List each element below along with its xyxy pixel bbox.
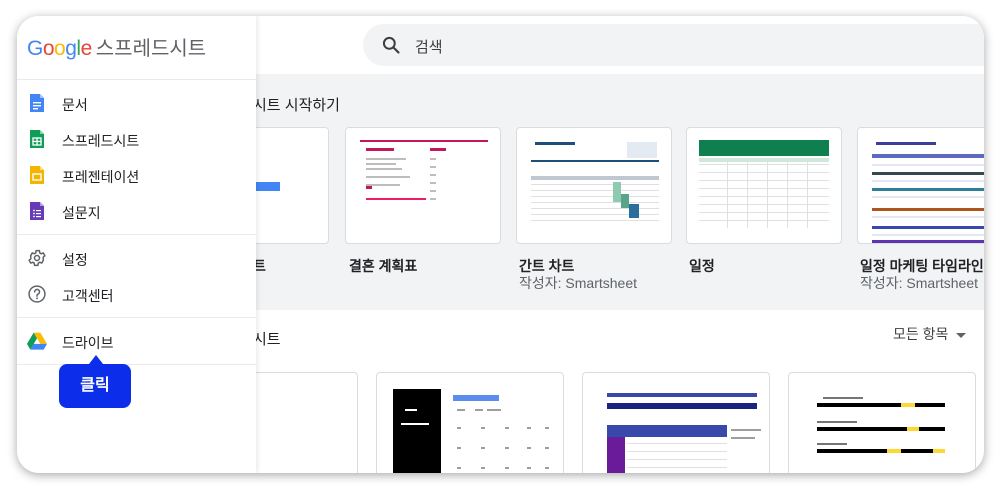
owner-filter-dropdown[interactable]: 모든 항목 (893, 324, 967, 344)
recent-section-title: 시트 (253, 331, 281, 348)
nav-item-label: 설문지 (62, 205, 101, 221)
template-card-gantt[interactable] (516, 127, 672, 244)
template-card-marketing-timeline[interactable] (857, 127, 984, 244)
nav-item-forms[interactable]: 설문지 (17, 193, 256, 229)
recent-file-card[interactable] (582, 372, 770, 473)
search-bar[interactable]: 검색 (363, 24, 984, 66)
help-icon (28, 285, 46, 303)
nav-item-label: 스프레드시트 (62, 133, 140, 149)
drive-icon (27, 332, 47, 350)
nav-item-help[interactable]: 고객센터 (17, 276, 256, 312)
file-thumbnail (607, 393, 761, 473)
template-name[interactable]: 일정 (689, 256, 715, 276)
nav-item-settings[interactable]: 설정 (17, 240, 256, 276)
click-callout: 클릭 (59, 355, 131, 408)
template-author: 작성자: Smartsheet (519, 275, 638, 291)
file-thumbnail (817, 397, 945, 453)
nav-item-drive[interactable]: 드라이브 (17, 323, 256, 359)
app-brand[interactable]: Google 스프레드시트 (27, 32, 207, 60)
drawer-divider (17, 317, 256, 318)
wedding-thumbnail (360, 140, 488, 200)
drawer-divider (17, 234, 256, 235)
gear-icon (28, 249, 46, 267)
template-card-schedule[interactable] (686, 127, 842, 244)
drawer-divider (17, 79, 256, 80)
app-name: 스프레드시트 (95, 38, 207, 60)
template-name[interactable]: 결혼 계획표 (349, 256, 417, 276)
nav-item-slides[interactable]: 프레젠테이션 (17, 157, 256, 193)
nav-item-label: 문서 (62, 97, 88, 113)
recent-file-card[interactable] (788, 372, 976, 473)
google-logo: Google (27, 37, 92, 60)
nav-item-label: 고객센터 (62, 288, 114, 304)
drawer-divider (17, 364, 256, 365)
nav-item-docs[interactable]: 문서 (17, 85, 256, 121)
docs-icon (30, 94, 44, 112)
owner-filter-label: 모든 항목 (893, 326, 949, 342)
forms-icon (30, 202, 44, 220)
caret-down-icon (956, 332, 967, 338)
nav-item-label: 설정 (62, 252, 88, 268)
marketing-timeline-thumbnail (872, 142, 984, 243)
sheets-icon (30, 130, 44, 148)
template-gallery-title: 시트 시작하기 (253, 97, 340, 114)
search-icon (382, 36, 400, 54)
navigation-drawer: Google 스프레드시트 문서 스프레드시트 프레젠테이션 설문지 설정 고객… (17, 16, 256, 473)
search-input[interactable]: 검색 (415, 36, 443, 57)
app-window: 검색 시트 시작하기 트 결혼 계획표 간트 차트 작성자: Smartshee… (17, 16, 984, 473)
nav-item-sheets[interactable]: 스프레드시트 (17, 121, 256, 157)
gantt-thumbnail (531, 142, 659, 221)
template-card-wedding[interactable] (345, 127, 501, 244)
recent-file-card[interactable] (376, 372, 564, 473)
slides-icon (30, 166, 44, 184)
template-author: 작성자: Smartsheet (860, 275, 979, 291)
nav-item-label: 프레젠테이션 (62, 169, 140, 185)
file-thumbnail (393, 389, 549, 473)
nav-item-label: 드라이브 (62, 335, 114, 351)
schedule-thumbnail (699, 140, 829, 228)
